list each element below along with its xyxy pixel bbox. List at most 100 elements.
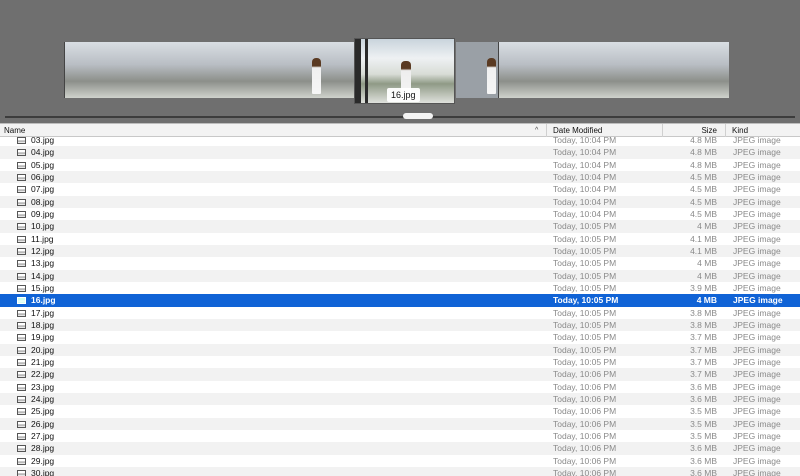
file-size: 4.5 MB [690, 171, 717, 182]
file-row[interactable]: 19.jpg Today, 10:05 PM 3.7 MB JPEG image [0, 331, 800, 344]
file-row[interactable]: 09.jpg Today, 10:04 PM 4.5 MB JPEG image [0, 207, 800, 221]
file-row[interactable]: 13.jpg Today, 10:05 PM 4 MB JPEG image [0, 257, 800, 270]
file-date-modified: Today, 10:06 PM [553, 381, 617, 392]
thumbnail-slice [88, 42, 102, 98]
file-row[interactable]: 25.jpg Today, 10:06 PM 3.5 MB JPEG image [0, 405, 800, 418]
jpeg-file-icon [17, 223, 26, 231]
file-size: 3.6 MB [690, 455, 717, 466]
file-size: 3.9 MB [690, 282, 717, 293]
file-name: 30.jpg [31, 467, 55, 476]
jpeg-file-icon [17, 395, 26, 403]
file-name: 21.jpg [31, 356, 55, 367]
file-size: 4 MB [697, 270, 717, 281]
file-row[interactable]: 23.jpg Today, 10:06 PM 3.6 MB JPEG image [0, 380, 800, 393]
thumbnail-figure [487, 58, 496, 94]
file-name: 22.jpg [31, 369, 55, 380]
column-header-name[interactable]: Name [0, 124, 547, 137]
file-date-modified: Today, 10:05 PM [553, 270, 617, 281]
thumbnail-slice [196, 42, 210, 98]
file-row[interactable]: 27.jpg Today, 10:06 PM 3.5 MB JPEG image [0, 429, 800, 443]
file-date-modified: Today, 10:05 PM [553, 258, 617, 269]
file-date-modified: Today, 10:06 PM [553, 393, 617, 404]
thumbnail-slice [100, 42, 114, 98]
cover-flow-right-stack[interactable] [456, 42, 729, 98]
column-header-kind[interactable]: Kind [726, 124, 800, 137]
file-row[interactable]: 20.jpg Today, 10:05 PM 3.7 MB JPEG image [0, 343, 800, 356]
cover-flow-scroll-thumb[interactable] [403, 113, 433, 119]
file-row[interactable]: 21.jpg Today, 10:05 PM 3.7 MB JPEG image [0, 355, 800, 369]
sort-ascending-icon[interactable]: ^ [535, 124, 538, 137]
file-date-modified: Today, 10:05 PM [553, 282, 617, 293]
file-kind: JPEG image [733, 147, 781, 158]
file-row[interactable]: 22.jpg Today, 10:06 PM 3.7 MB JPEG image [0, 368, 800, 381]
file-row[interactable]: 24.jpg Today, 10:06 PM 3.6 MB JPEG image [0, 392, 800, 406]
file-date-modified: Today, 10:05 PM [553, 307, 617, 318]
jpeg-file-icon [17, 457, 26, 465]
file-date-modified: Today, 10:05 PM [553, 344, 617, 355]
file-row[interactable]: 28.jpg Today, 10:06 PM 3.6 MB JPEG image [0, 442, 800, 455]
file-list[interactable]: 03.jpg Today, 10:04 PM 4.8 MB JPEG image 04.… [0, 137, 800, 476]
thumbnail-slice [280, 42, 294, 98]
cover-flow-scroll-track[interactable] [5, 116, 795, 118]
file-row[interactable]: 12.jpg Today, 10:05 PM 4.1 MB JPEG image [0, 244, 800, 258]
jpeg-file-icon [17, 371, 26, 379]
thumbnail-slice [184, 42, 198, 98]
file-row[interactable]: 04.jpg Today, 10:04 PM 4.8 MB JPEG image [0, 146, 800, 159]
file-name: 10.jpg [31, 221, 55, 232]
file-row[interactable]: 17.jpg Today, 10:05 PM 3.8 MB JPEG image [0, 306, 800, 319]
file-size: 4.8 MB [690, 159, 717, 170]
file-list-rows: 03.jpg Today, 10:04 PM 4.8 MB JPEG image 04.… [0, 137, 800, 476]
jpeg-file-icon [17, 149, 26, 157]
file-row[interactable]: 26.jpg Today, 10:06 PM 3.5 MB JPEG image [0, 417, 800, 430]
file-size: 4.8 MB [690, 147, 717, 158]
cover-flow-left-stack[interactable] [64, 42, 354, 98]
file-date-modified: Today, 10:06 PM [553, 443, 617, 454]
thumbnail-slice [124, 42, 138, 98]
column-header-date-modified[interactable]: Date Modified [547, 124, 663, 137]
file-row[interactable]: 29.jpg Today, 10:06 PM 3.6 MB JPEG image [0, 454, 800, 467]
file-row[interactable]: 03.jpg Today, 10:04 PM 4.8 MB JPEG image [0, 137, 800, 147]
file-row[interactable]: 10.jpg Today, 10:05 PM 4 MB JPEG image [0, 220, 800, 233]
file-size: 3.6 MB [690, 381, 717, 392]
file-row[interactable]: 06.jpg Today, 10:04 PM 4.5 MB JPEG image [0, 170, 800, 184]
file-date-modified: Today, 10:06 PM [553, 455, 617, 466]
file-name: 18.jpg [31, 319, 55, 330]
file-name: 03.jpg [31, 137, 55, 145]
file-name: 05.jpg [31, 159, 55, 170]
jpeg-file-icon [17, 284, 26, 292]
file-name: 07.jpg [31, 184, 55, 195]
file-row[interactable]: 18.jpg Today, 10:05 PM 3.8 MB JPEG image [0, 318, 800, 332]
file-kind: JPEG image [733, 159, 781, 170]
file-kind: JPEG image [733, 245, 781, 256]
thumbnail-figure [312, 58, 321, 94]
cover-flow-caption: 16.jpg [387, 88, 420, 102]
file-date-modified: Today, 10:05 PM [553, 356, 617, 367]
jpeg-file-icon [17, 346, 26, 354]
file-date-modified: Today, 10:05 PM [553, 245, 617, 256]
file-row[interactable]: 07.jpg Today, 10:04 PM 4.5 MB JPEG image [0, 183, 800, 196]
file-row[interactable]: 16.jpg Today, 10:05 PM 4 MB JPEG image [0, 294, 800, 307]
file-kind: JPEG image [733, 295, 783, 306]
file-name: 17.jpg [31, 307, 55, 318]
file-name: 25.jpg [31, 406, 55, 417]
thumbnail-slice [244, 42, 258, 98]
file-size: 4.5 MB [690, 196, 717, 207]
file-kind: JPEG image [733, 443, 781, 454]
file-kind: JPEG image [733, 171, 781, 182]
file-row[interactable]: 05.jpg Today, 10:04 PM 4.8 MB JPEG image [0, 158, 800, 171]
cover-flow-preview[interactable]: 16.jpg [0, 0, 800, 123]
file-name: 27.jpg [31, 430, 55, 441]
file-row[interactable]: 14.jpg Today, 10:05 PM 4 MB JPEG image [0, 269, 800, 282]
file-row[interactable]: 11.jpg Today, 10:05 PM 4.1 MB JPEG image [0, 232, 800, 245]
column-header-bar: Name ^ Date Modified Size Kind [0, 123, 800, 137]
file-name: 16.jpg [31, 295, 56, 306]
file-row[interactable]: 08.jpg Today, 10:04 PM 4.5 MB JPEG image [0, 195, 800, 208]
file-date-modified: Today, 10:05 PM [553, 332, 617, 343]
file-row[interactable]: 15.jpg Today, 10:05 PM 3.9 MB JPEG image [0, 281, 800, 295]
file-date-modified: Today, 10:06 PM [553, 418, 617, 429]
column-header-size[interactable]: Size [663, 124, 726, 137]
file-name: 13.jpg [31, 258, 55, 269]
file-row[interactable]: 30.jpg Today, 10:06 PM 3.6 MB JPEG image [0, 466, 800, 476]
thumbnail-slice [136, 42, 150, 98]
file-date-modified: Today, 10:04 PM [553, 137, 617, 145]
